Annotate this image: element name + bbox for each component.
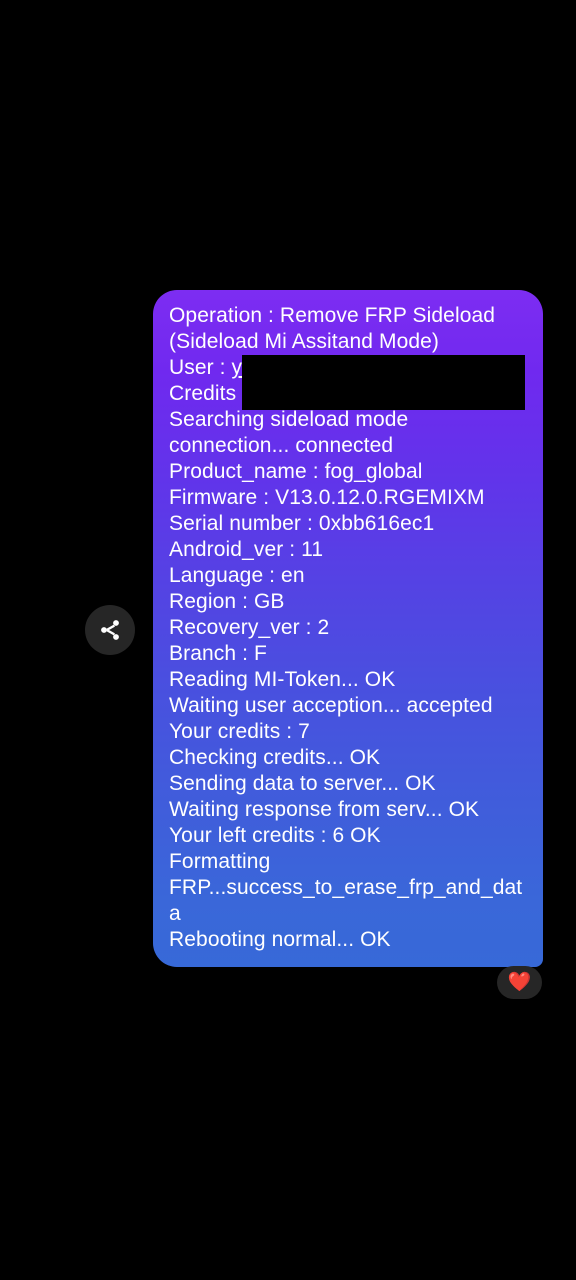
heart-icon: ❤️ <box>507 972 532 993</box>
redaction-overlay <box>242 355 525 410</box>
share-button[interactable] <box>85 605 135 655</box>
reaction-badge[interactable]: ❤️ <box>497 966 542 999</box>
share-icon <box>98 618 122 642</box>
chat-screen: Operation : Remove FRP Sideload (Sideloa… <box>0 0 576 1280</box>
user-value-link[interactable]: y <box>232 356 243 379</box>
